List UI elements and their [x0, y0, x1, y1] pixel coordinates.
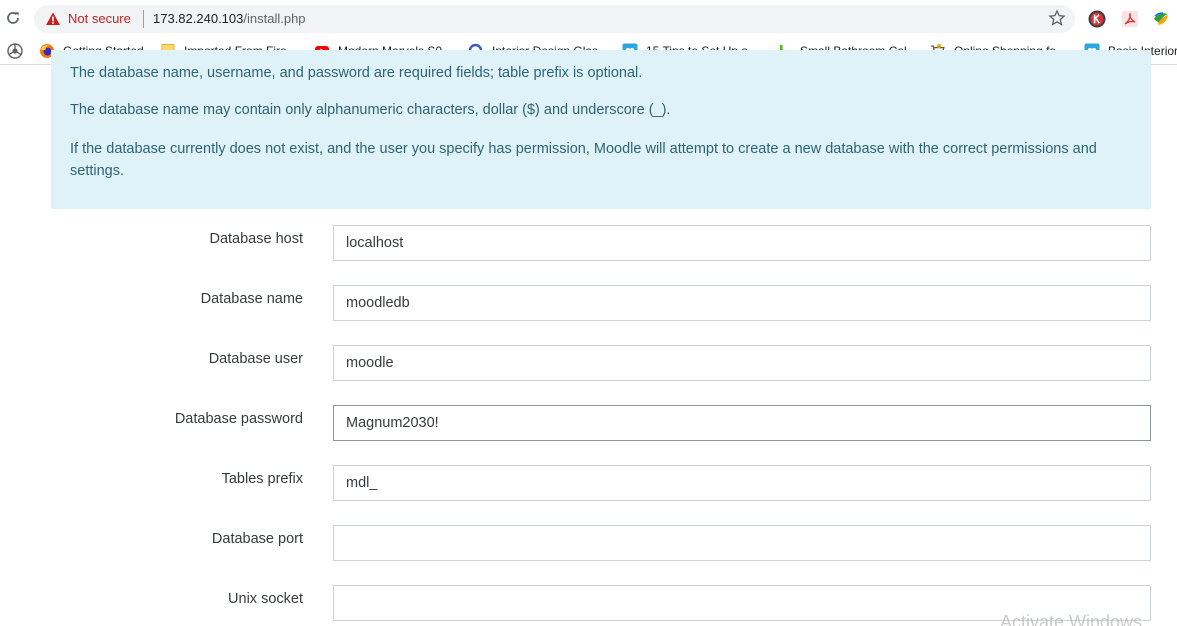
address-separator	[143, 10, 144, 28]
url-path: /install.php	[243, 11, 306, 26]
form-row-dbport: Database port	[0, 525, 1177, 561]
database-info-notice: The database name, username, and passwor…	[51, 50, 1151, 209]
dbname-input[interactable]	[333, 285, 1151, 321]
dbpass-input[interactable]	[333, 405, 1151, 441]
reload-icon[interactable]	[4, 8, 22, 28]
prefix-label: Tables prefix	[221, 471, 303, 487]
notice-required-fields: The database name, username, and passwor…	[70, 65, 643, 81]
url-host: 173.82.240.103	[153, 11, 244, 26]
notice-allowed-characters: The database name may contain only alpha…	[70, 102, 671, 118]
dbhost-input[interactable]	[333, 225, 1151, 261]
dbhost-label: Database host	[209, 231, 303, 247]
form-row-prefix: Tables prefix	[0, 465, 1177, 501]
globe-extension-icon[interactable]	[1152, 10, 1170, 28]
form-row-dbname: Database name	[0, 285, 1177, 321]
star-icon[interactable]	[1048, 9, 1066, 27]
apps-icon[interactable]	[7, 43, 23, 59]
security-status-label[interactable]: Not secure	[68, 11, 131, 27]
dbport-label: Database port	[211, 531, 303, 547]
dbname-label: Database name	[200, 291, 303, 307]
k-extension-icon[interactable]	[1088, 10, 1106, 28]
dbpass-label: Database password	[174, 411, 303, 427]
notice-create-database: If the database currently does not exist…	[70, 141, 1097, 179]
form-row-dbuser: Database user	[0, 345, 1177, 381]
dbuser-input[interactable]	[333, 345, 1151, 381]
activate-windows-watermark: Activate Windows	[1000, 612, 1143, 626]
address-bar[interactable]: Not secure 173.82.240.103/install.php	[34, 5, 1075, 33]
dbuser-label: Database user	[208, 351, 303, 367]
pdf-extension-icon[interactable]	[1121, 10, 1139, 28]
warning-icon[interactable]	[45, 11, 61, 27]
prefix-input[interactable]	[333, 465, 1151, 501]
dbport-input[interactable]	[333, 525, 1151, 561]
form-row-dbhost: Database host	[0, 225, 1177, 261]
url-text[interactable]: 173.82.240.103/install.php	[153, 11, 306, 27]
browser-toolbar: Not secure 173.82.240.103/install.php	[0, 0, 1177, 38]
dbsocket-label: Unix socket	[228, 591, 303, 607]
form-row-dbpass: Database password	[0, 405, 1177, 441]
